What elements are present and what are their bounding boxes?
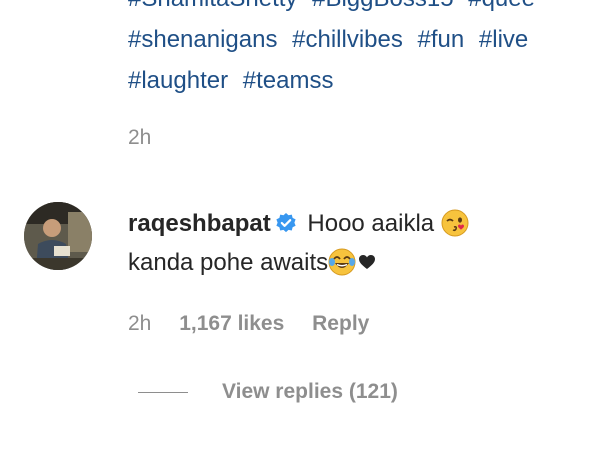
hashtag-link[interactable]: #fun — [418, 26, 465, 53]
comment-likes[interactable]: 1,167 likes — [179, 312, 284, 335]
comment-username[interactable]: raqeshbapat — [128, 210, 271, 237]
comment-meta: 2h 1,167 likes Reply — [128, 312, 391, 336]
hashtag-line-1: #ShamitaShetty #BiggBoss15 #quee — [128, 0, 600, 19]
view-replies-label[interactable]: View replies (121) — [222, 380, 398, 404]
hashtag-link[interactable]: #laughter — [128, 67, 228, 94]
tears-of-joy-emoji-icon — [328, 248, 356, 276]
hashtag-link[interactable]: #quee — [468, 0, 535, 12]
kissing-wink-emoji-icon — [441, 209, 469, 237]
hashtag-line-2: #shenanigans #chillvibes #fun #live — [128, 19, 600, 60]
hashtag-link[interactable]: #chillvibes — [292, 26, 403, 53]
avatar[interactable] — [24, 202, 92, 270]
reply-button[interactable]: Reply — [312, 312, 369, 335]
caption-hashtags: #ShamitaShetty #BiggBoss15 #quee #shenan… — [128, 0, 600, 101]
verified-badge-icon — [275, 207, 297, 233]
hashtag-link[interactable]: #BiggBoss15 — [312, 0, 453, 12]
avatar-image — [24, 202, 92, 270]
comment-body: raqeshbapat Hooo aaikla kanda pohe await… — [128, 204, 578, 282]
comment-timestamp[interactable]: 2h — [128, 312, 151, 335]
hashtag-link[interactable]: #teamss — [243, 67, 334, 94]
comment-text-part2: kanda pohe awaits — [128, 249, 329, 276]
comment-text-part1: Hooo aaikla — [307, 210, 435, 237]
hashtag-line-3: #laughter #teamss — [128, 60, 600, 101]
hashtag-link[interactable]: #live — [479, 26, 528, 53]
hashtag-link[interactable]: #ShamitaShetty — [128, 0, 297, 12]
view-replies-button[interactable]: View replies (121) — [138, 380, 398, 404]
black-heart-icon — [358, 243, 376, 269]
replies-divider — [138, 391, 188, 393]
hashtag-link[interactable]: #shenanigans — [128, 26, 277, 53]
post-timestamp[interactable]: 2h — [128, 126, 151, 150]
